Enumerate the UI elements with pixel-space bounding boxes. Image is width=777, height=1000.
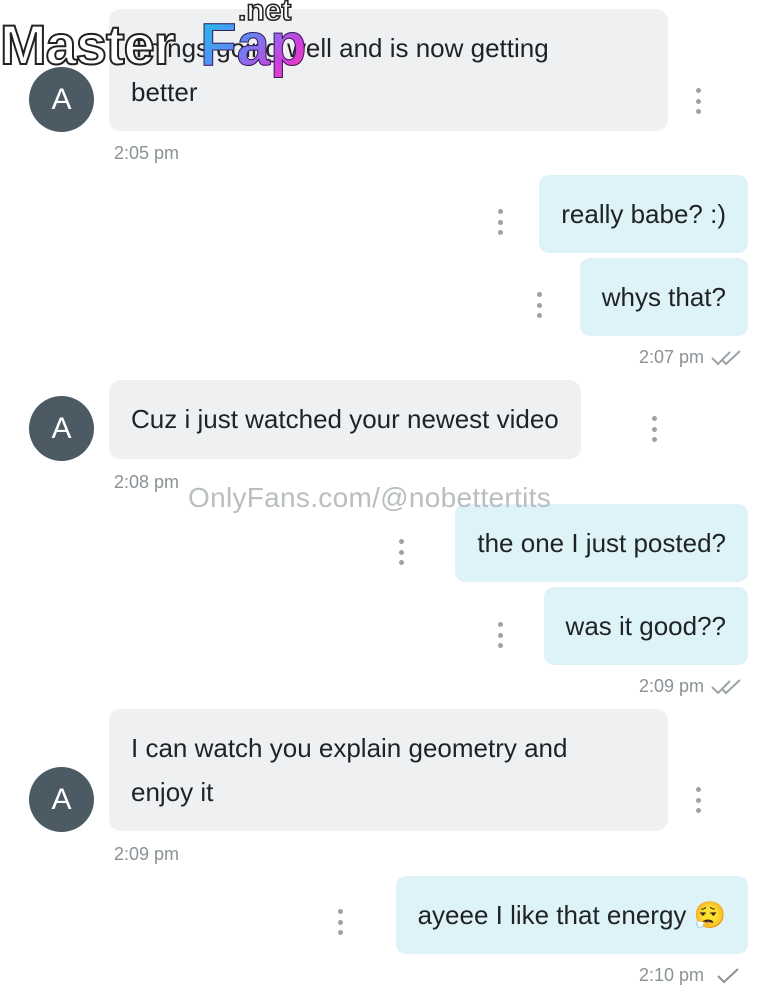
more-vertical-icon[interactable] <box>335 909 345 935</box>
message-timestamp: 2:09 pm <box>114 844 180 864</box>
contact-avatar[interactable]: A <box>29 67 94 132</box>
timestamp-text: 2:07 pm <box>638 347 704 367</box>
more-vertical-icon[interactable] <box>693 88 703 114</box>
message-text: I can watch you explain geometry and enj… <box>131 733 568 807</box>
timestamp-text: 2:09 pm <box>638 676 704 696</box>
more-vertical-icon[interactable] <box>495 209 505 235</box>
message-text: whys that? <box>601 282 726 312</box>
message-timestamp: 2:09 pm <box>639 676 744 697</box>
timestamp-text: 2:10 pm <box>638 965 704 985</box>
message-text: Things going well and is now getting bet… <box>131 33 549 107</box>
message-bubble-outgoing[interactable]: whys that? <box>579 258 748 336</box>
message-bubble-outgoing[interactable]: really babe? :) <box>539 175 748 253</box>
contact-avatar[interactable]: A <box>29 767 94 832</box>
message-timestamp: 2:10 pm <box>639 965 744 986</box>
more-vertical-icon[interactable] <box>649 416 659 442</box>
message-timestamp: 2:08 pm <box>114 472 180 492</box>
message-bubble-outgoing[interactable]: the one I just posted? <box>455 504 748 582</box>
avatar-initial: A <box>51 782 72 816</box>
message-text: was it good?? <box>565 611 726 641</box>
message-text: ayeee I like that energy 😮‍💨 <box>417 900 726 930</box>
message-text: Cuz i just watched your newest video <box>131 404 559 434</box>
message-bubble-outgoing[interactable]: ayeee I like that energy 😮‍💨 <box>395 876 748 954</box>
double-check-icon <box>711 349 741 365</box>
message-bubble-incoming[interactable]: Things going well and is now getting bet… <box>109 9 668 131</box>
message-text: really babe? :) <box>561 199 726 229</box>
message-timestamp: 2:07 pm <box>639 347 744 368</box>
double-check-icon <box>711 678 741 694</box>
avatar-initial: A <box>51 82 72 116</box>
more-vertical-icon[interactable] <box>534 292 544 318</box>
message-bubble-outgoing[interactable]: was it good?? <box>543 587 748 665</box>
message-text: the one I just posted? <box>477 528 726 558</box>
more-vertical-icon[interactable] <box>495 622 505 648</box>
avatar-initial: A <box>51 411 72 445</box>
contact-avatar[interactable]: A <box>29 396 94 461</box>
more-vertical-icon[interactable] <box>396 539 406 565</box>
more-vertical-icon[interactable] <box>693 787 703 813</box>
check-icon <box>717 967 739 983</box>
message-bubble-incoming[interactable]: I can watch you explain geometry and enj… <box>109 709 668 831</box>
message-timestamp: 2:05 pm <box>114 143 180 163</box>
message-bubble-incoming[interactable]: Cuz i just watched your newest video <box>109 380 581 459</box>
